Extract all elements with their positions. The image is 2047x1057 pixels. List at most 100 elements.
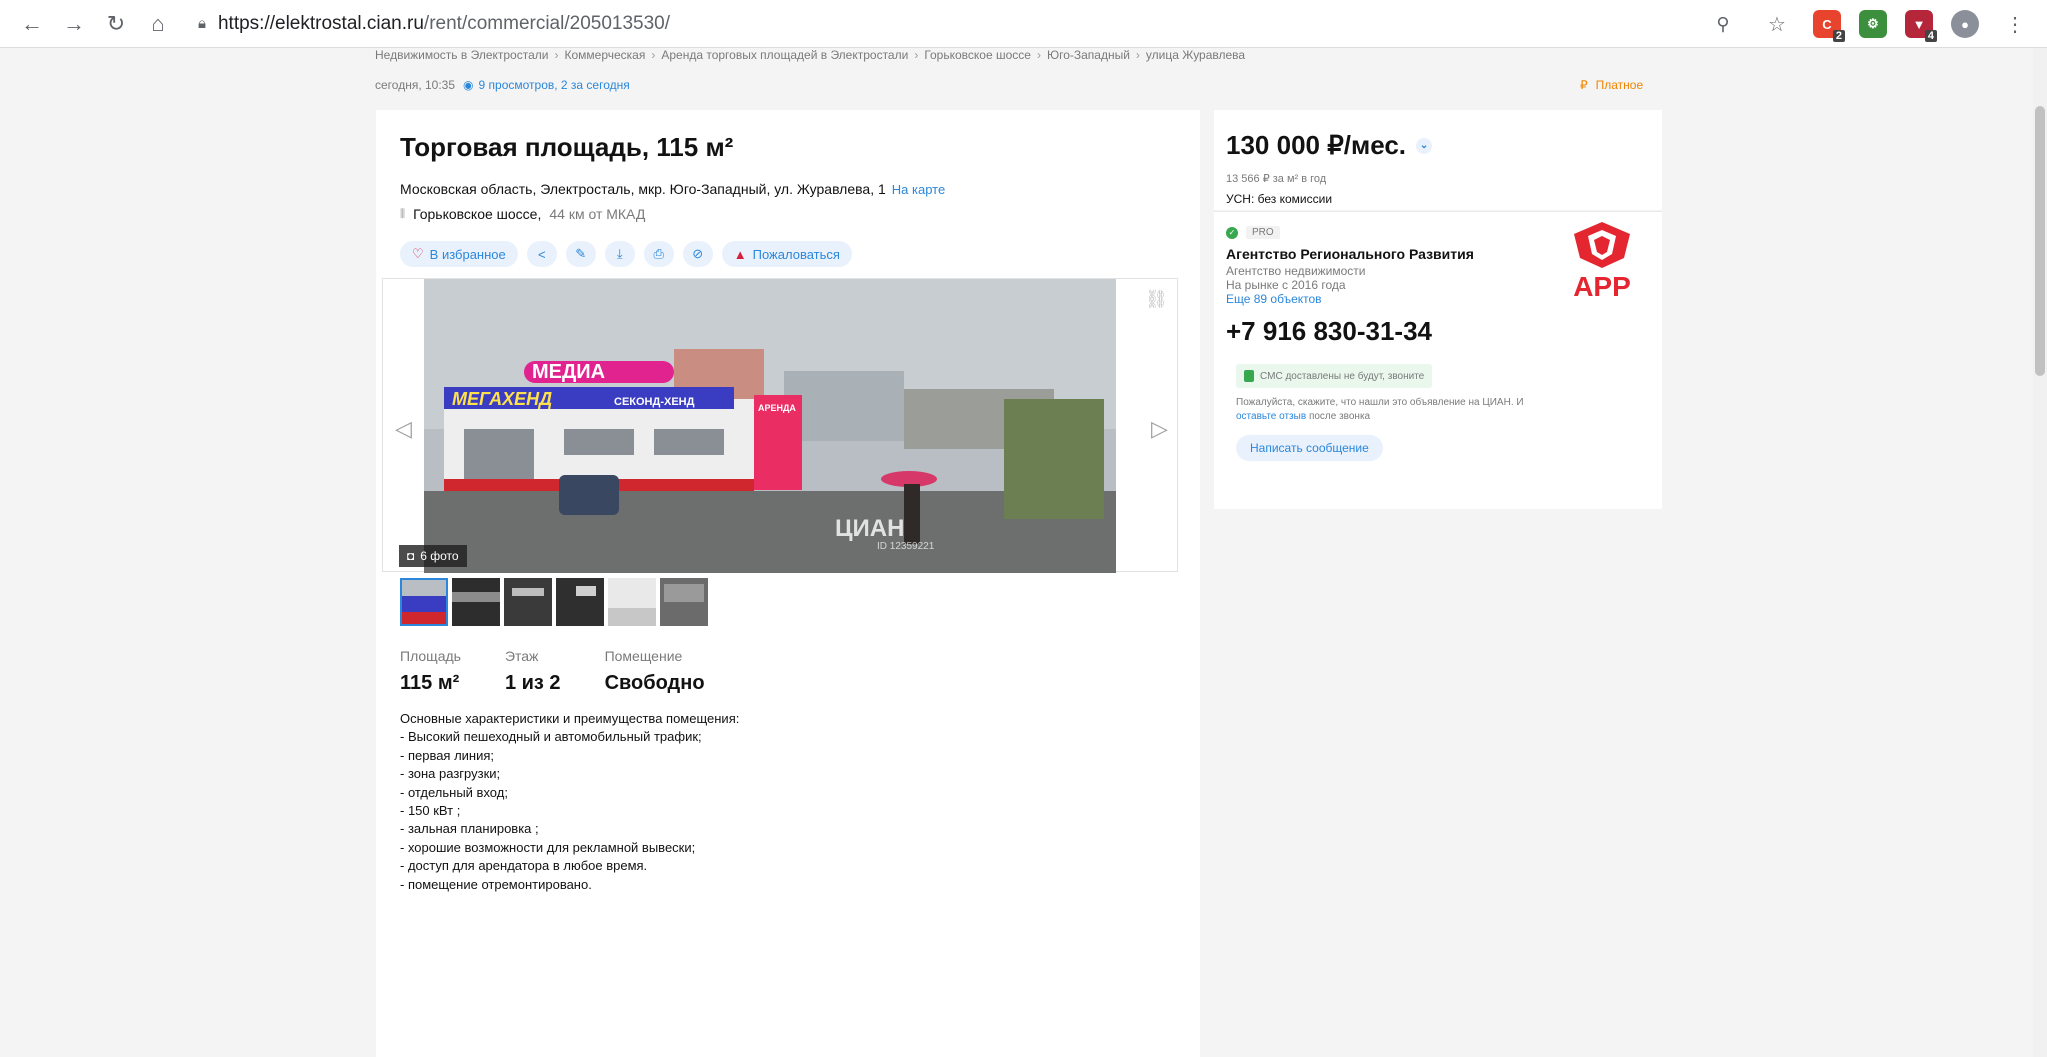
description-line: - отдельный вход;: [400, 784, 508, 800]
share-icon: <: [537, 246, 546, 262]
breadcrumb-item[interactable]: Юго-Западный: [1047, 48, 1130, 62]
eye-icon: ◉: [463, 78, 474, 92]
chevron-down-icon[interactable]: ⌄: [1416, 137, 1433, 154]
forward-icon[interactable]: →: [56, 6, 92, 42]
description-line: - доступ для арендатора в любое время.: [400, 858, 648, 874]
breadcrumb-item[interactable]: улица Журавлева: [1146, 48, 1245, 62]
thumbnail[interactable]: [660, 578, 708, 626]
breadcrumb-item[interactable]: Недвижимость в Электростали: [375, 48, 548, 62]
action-bar: ♡ В избранное < ✎ ⤓ ⎙ ⊘ ▲ Пожаловаться: [400, 241, 852, 267]
sms-text: СМС доставлены не будут, звоните: [1260, 370, 1425, 382]
description-line: - Высокий пешеходный и автомобильный тра…: [400, 729, 702, 745]
cian-watermark: ЦИАН: [835, 515, 905, 542]
next-photo-icon[interactable]: ▷: [1151, 416, 1168, 442]
thumbnail[interactable]: [556, 578, 604, 626]
download-icon: ⤓: [616, 246, 623, 261]
photo-count-badge[interactable]: ◘ 6 фото: [399, 545, 467, 567]
extension-shield-icon[interactable]: ▼ 4: [1905, 10, 1937, 42]
price-card: 130 000 ₽/мес. ⌄ 13 566 ₽ за м² в год УСН…: [1214, 110, 1662, 210]
main-photo[interactable]: МЕДИА МЕГАХЕНД СЕКОНД-ХЕНД АРЕНДА: [424, 279, 1116, 573]
description-line: - первая линия;: [400, 747, 495, 763]
paid-label: Платное: [1595, 78, 1644, 92]
link-icon[interactable]: ⛓: [1145, 289, 1168, 310]
breadcrumb-item[interactable]: Горьковское шоссе: [924, 48, 1031, 62]
profile-avatar-icon[interactable]: ●: [1951, 10, 1979, 38]
prev-photo-icon[interactable]: ◁: [395, 416, 412, 442]
key-facts: Площадь 115 м² Этаж 1 из 2 Помещение Свобод…: [400, 648, 749, 695]
menu-dots-icon[interactable]: ⋮: [1997, 6, 2033, 42]
hide-button[interactable]: ⊘: [682, 241, 713, 267]
share-button[interactable]: <: [526, 241, 557, 267]
print-button[interactable]: ⎙: [643, 241, 674, 267]
description: Основные характеристики и преимущества п…: [400, 710, 739, 894]
fact-value: 115 м²: [400, 672, 460, 694]
fact-label: Этаж: [504, 648, 539, 664]
highway-distance: 44 км от МКАД: [549, 206, 646, 222]
heart-icon: ♡: [412, 246, 424, 261]
review-link[interactable]: оставьте отзыв: [1236, 411, 1306, 422]
favorite-button[interactable]: ♡ В избранное: [400, 241, 518, 267]
highway-info: ⫼ Горьковское шоссе, 44 км от МКАД: [400, 206, 645, 222]
sign-megahend: МЕГАХЕНД: [452, 389, 552, 409]
address-bar[interactable]: 🔒︎ https://elektrostal.cian.ru/rent/comm…: [198, 13, 670, 35]
road-icon: ⫼: [400, 207, 406, 220]
warning-icon: ▲: [733, 246, 747, 262]
complain-label: Пожаловаться: [752, 246, 840, 262]
address: Московская область, Электросталь, мкр. Ю…: [400, 181, 945, 197]
photo-gallery: ◁ МЕДИА МЕГАХЕНД СЕКОНД-ХЕНД АРЕНДА ▷ ⛓ …: [382, 278, 1178, 573]
agency-name[interactable]: Агентство Регионального Развития: [1226, 246, 1474, 262]
fact-area: Площадь 115 м²: [400, 648, 461, 695]
agency-years: На рынке с 2016 года: [1226, 278, 1346, 292]
page-title: Торговая площадь, 115 м²: [400, 132, 734, 162]
home-icon[interactable]: ⌂: [140, 6, 176, 42]
write-message-button[interactable]: Написать сообщение: [1236, 435, 1383, 461]
download-button[interactable]: ⤓: [604, 241, 635, 267]
hide-icon: ⊘: [692, 246, 704, 261]
agency-logo[interactable]: АРР: [1554, 220, 1650, 300]
back-icon[interactable]: ←: [14, 6, 50, 42]
fact-label: Площадь: [400, 648, 461, 664]
url-text[interactable]: https://elektrostal.cian.ru/rent/commerc…: [218, 13, 670, 35]
description-line: - 150 кВт ;: [400, 803, 461, 819]
description-line: - зона разгрузки;: [400, 766, 501, 782]
thumbnail[interactable]: [504, 578, 552, 626]
paid-badge: ₽ Платное: [1580, 78, 1643, 92]
fact-floor: Этаж 1 из 2: [505, 648, 561, 695]
star-icon[interactable]: ☆: [1759, 6, 1795, 42]
hint-suffix: после звонка: [1308, 411, 1371, 422]
zoom-icon[interactable]: ⚲: [1705, 6, 1741, 42]
tax-info: УСН: без комиссии: [1226, 192, 1333, 206]
phone-icon: [1244, 370, 1254, 382]
lock-icon: 🔒︎: [198, 15, 206, 32]
verified-shield-icon: ✓: [1226, 226, 1238, 239]
description-line: - хорошие возможности для рекламной выве…: [400, 839, 696, 855]
extension-c-icon[interactable]: C2: [1813, 10, 1845, 42]
reload-icon[interactable]: ↻: [98, 6, 134, 42]
fact-value: 1 из 2: [504, 672, 561, 694]
complain-button[interactable]: ▲ Пожаловаться: [721, 241, 852, 267]
thumbnail[interactable]: [400, 578, 448, 626]
edit-button[interactable]: ✎: [565, 241, 596, 267]
page-content: Недвижимость в Электростали › Коммерческая…: [0, 48, 2047, 1057]
phone-number[interactable]: +7 916 830-31-34: [1226, 316, 1432, 347]
views-link[interactable]: ◉ 9 просмотров, 2 за сегодня: [463, 78, 630, 92]
listing-meta: сегодня, 10:35 ◉ 9 просмотров, 2 за сегод…: [375, 78, 630, 92]
pencil-icon: ✎: [575, 246, 587, 261]
more-objects-link[interactable]: Еще 89 объектов: [1226, 292, 1322, 306]
sign-second-hand: СЕКОНД-ХЕНД: [614, 396, 695, 408]
listing-card: Торговая площадь, 115 м² Московская обла…: [376, 110, 1200, 1057]
url-path: /rent/commercial/205013530/: [423, 12, 671, 34]
breadcrumb-item[interactable]: Аренда торговых площадей в Электростали: [661, 48, 908, 62]
breadcrumb-item[interactable]: Коммерческая: [564, 48, 645, 62]
camera-icon: ◘: [407, 549, 415, 563]
thumbnail[interactable]: [608, 578, 656, 626]
ruble-icon: ₽: [1580, 78, 1588, 92]
print-icon: ⎙: [653, 246, 664, 261]
extension-gear-icon[interactable]: ⚙: [1859, 10, 1887, 38]
logo-text: АРР: [1573, 271, 1631, 300]
watermark-id: ID 12359221: [877, 541, 935, 552]
description-line: - зальная планировка ;: [400, 821, 539, 837]
map-link[interactable]: На карте: [892, 182, 945, 197]
fact-label: Помещение: [604, 648, 683, 664]
thumbnail[interactable]: [452, 578, 500, 626]
